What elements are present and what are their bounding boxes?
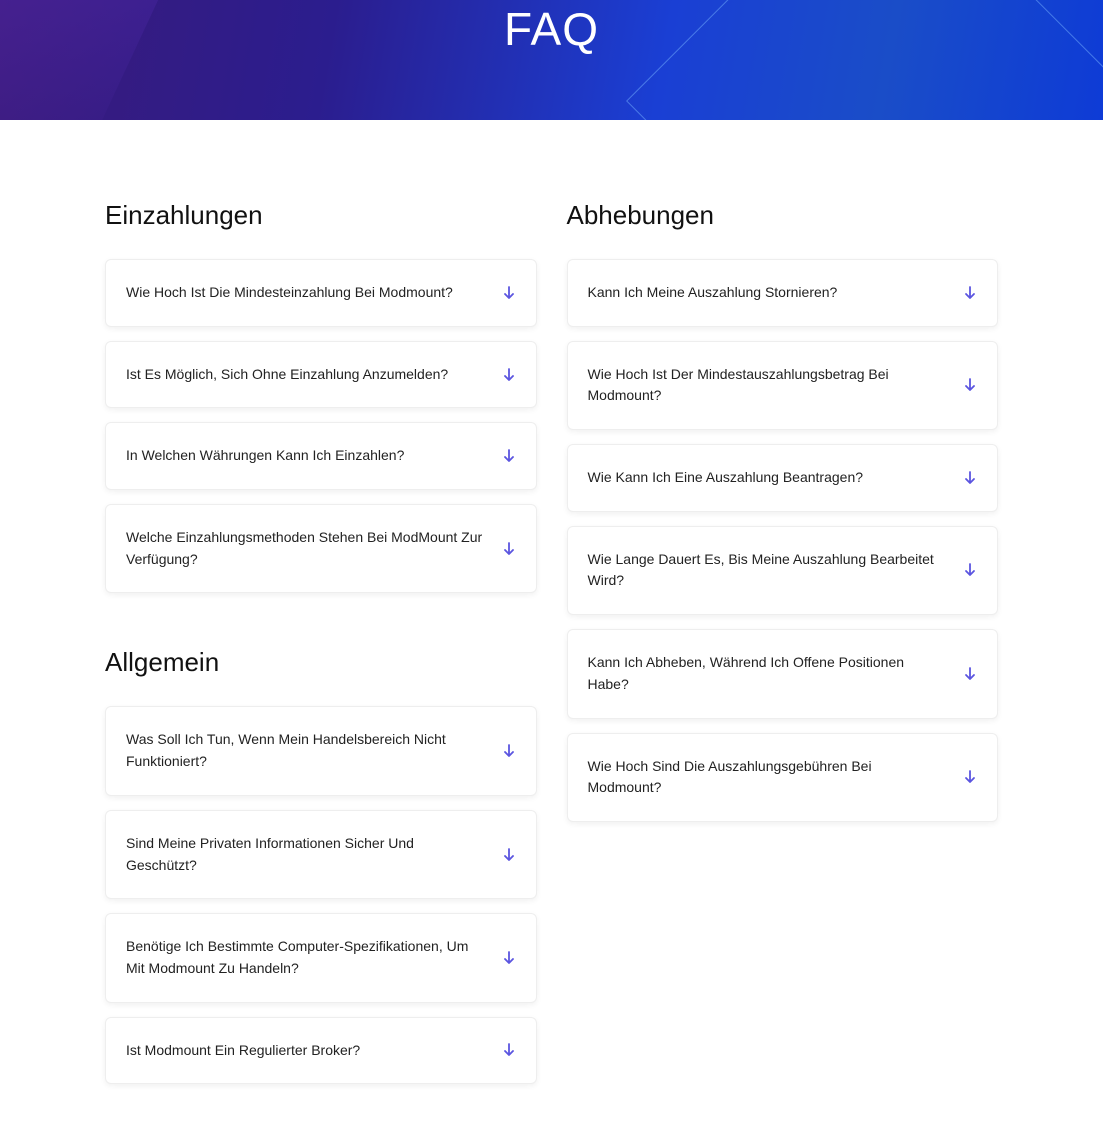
- faq-item-deposits-2[interactable]: In Welchen Währungen Kann Ich Einzahlen?: [105, 422, 537, 490]
- arrow-down-icon: [502, 848, 516, 862]
- arrow-down-icon: [502, 951, 516, 965]
- arrow-down-icon: [963, 471, 977, 485]
- faq-item-withdrawals-1[interactable]: Wie Hoch Ist Der Mindestauszahlungsbetra…: [567, 341, 999, 430]
- faq-question: Benötige Ich Bestimmte Computer-Spezifik…: [126, 936, 502, 979]
- faq-question: Kann Ich Abheben, Während Ich Offene Pos…: [588, 652, 964, 695]
- section-title-deposits: Einzahlungen: [105, 200, 537, 231]
- faq-question: Welche Einzahlungsmethoden Stehen Bei Mo…: [126, 527, 502, 570]
- faq-question: Was Soll Ich Tun, Wenn Mein Handelsberei…: [126, 729, 502, 772]
- section-title-general: Allgemein: [105, 647, 537, 678]
- arrow-down-icon: [502, 542, 516, 556]
- arrow-down-icon: [963, 770, 977, 784]
- arrow-down-icon: [502, 1043, 516, 1057]
- right-column: Abhebungen Kann Ich Meine Auszahlung Sto…: [567, 200, 999, 1098]
- faq-question: Wie Kann Ich Eine Auszahlung Beantragen?: [588, 467, 878, 489]
- faq-item-general-0[interactable]: Was Soll Ich Tun, Wenn Mein Handelsberei…: [105, 706, 537, 795]
- faq-question: Wie Hoch Ist Die Mindesteinzahlung Bei M…: [126, 282, 467, 304]
- faq-item-general-1[interactable]: Sind Meine Privaten Informationen Sicher…: [105, 810, 537, 899]
- section-title-withdrawals: Abhebungen: [567, 200, 999, 231]
- faq-item-general-2[interactable]: Benötige Ich Bestimmte Computer-Spezifik…: [105, 913, 537, 1002]
- faq-content: Einzahlungen Wie Hoch Ist Die Mindestein…: [0, 120, 1103, 1138]
- faq-question: Sind Meine Privaten Informationen Sicher…: [126, 833, 502, 876]
- arrow-down-icon: [502, 744, 516, 758]
- faq-question: Kann Ich Meine Auszahlung Stornieren?: [588, 282, 852, 304]
- faq-item-withdrawals-5[interactable]: Wie Hoch Sind Die Auszahlungsgebühren Be…: [567, 733, 999, 822]
- faq-item-deposits-0[interactable]: Wie Hoch Ist Die Mindesteinzahlung Bei M…: [105, 259, 537, 327]
- faq-item-deposits-1[interactable]: Ist Es Möglich, Sich Ohne Einzahlung Anz…: [105, 341, 537, 409]
- faq-item-withdrawals-4[interactable]: Kann Ich Abheben, Während Ich Offene Pos…: [567, 629, 999, 718]
- arrow-down-icon: [502, 368, 516, 382]
- left-column: Einzahlungen Wie Hoch Ist Die Mindestein…: [105, 200, 537, 1098]
- page-title: FAQ: [504, 2, 599, 56]
- faq-item-withdrawals-2[interactable]: Wie Kann Ich Eine Auszahlung Beantragen?: [567, 444, 999, 512]
- faq-question: Ist Modmount Ein Regulierter Broker?: [126, 1040, 374, 1062]
- faq-item-withdrawals-0[interactable]: Kann Ich Meine Auszahlung Stornieren?: [567, 259, 999, 327]
- arrow-down-icon: [502, 449, 516, 463]
- faq-question: Wie Hoch Ist Der Mindestauszahlungsbetra…: [588, 364, 964, 407]
- arrow-down-icon: [963, 667, 977, 681]
- faq-question: Ist Es Möglich, Sich Ohne Einzahlung Anz…: [126, 364, 462, 386]
- faq-item-withdrawals-3[interactable]: Wie Lange Dauert Es, Bis Meine Auszahlun…: [567, 526, 999, 615]
- faq-question: Wie Hoch Sind Die Auszahlungsgebühren Be…: [588, 756, 964, 799]
- arrow-down-icon: [963, 286, 977, 300]
- arrow-down-icon: [502, 286, 516, 300]
- faq-question: Wie Lange Dauert Es, Bis Meine Auszahlun…: [588, 549, 964, 592]
- arrow-down-icon: [963, 563, 977, 577]
- hero-banner: FAQ: [0, 0, 1103, 120]
- arrow-down-icon: [963, 378, 977, 392]
- faq-item-deposits-3[interactable]: Welche Einzahlungsmethoden Stehen Bei Mo…: [105, 504, 537, 593]
- faq-question: In Welchen Währungen Kann Ich Einzahlen?: [126, 445, 418, 467]
- faq-item-general-3[interactable]: Ist Modmount Ein Regulierter Broker?: [105, 1017, 537, 1085]
